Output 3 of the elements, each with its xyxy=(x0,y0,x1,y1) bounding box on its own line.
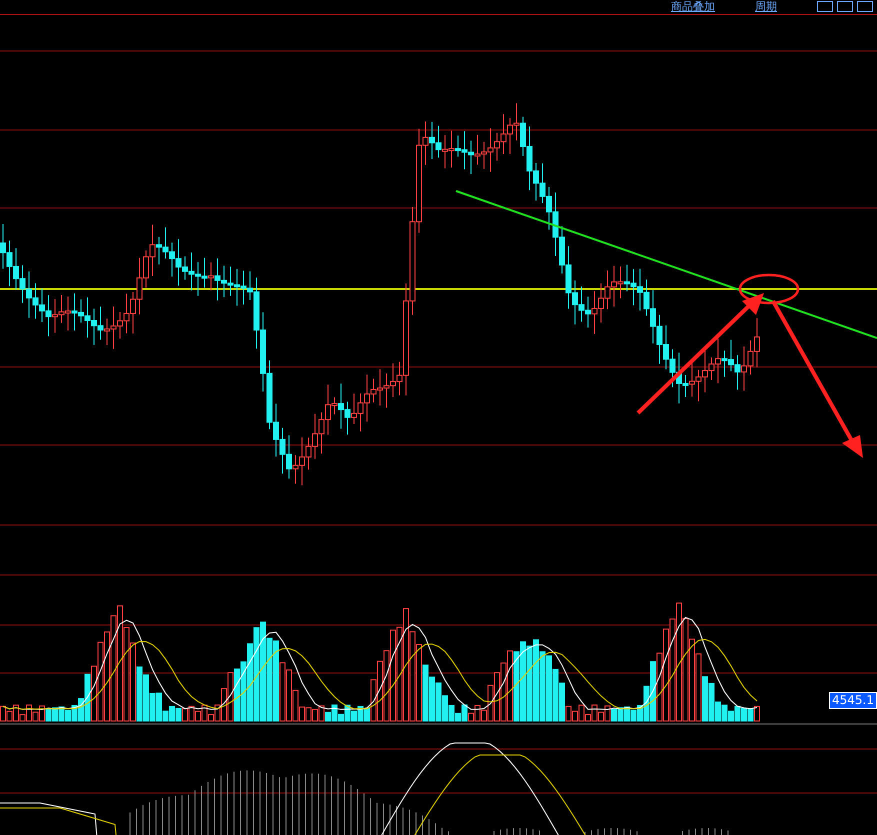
toolbar-link[interactable]: 商品叠加 xyxy=(671,1,715,13)
toolbar-link[interactable]: 周期 xyxy=(755,1,777,13)
price-label: 4545.1 xyxy=(829,692,877,709)
